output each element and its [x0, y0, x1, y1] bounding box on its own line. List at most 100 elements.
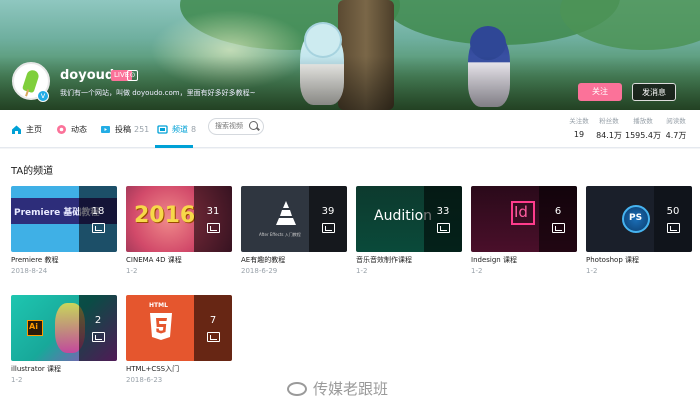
user-signature: 我们有一个网站，叫做 doyoudo.com，里面有好多好多教程~ — [60, 89, 256, 97]
channel-date: 2018-6-23 — [126, 376, 163, 384]
dynamic-icon — [56, 124, 67, 135]
channel-thumbnail[interactable]: PS 50 — [586, 186, 692, 252]
video-count: 2 — [94, 315, 102, 326]
stat-label: 阅读数 — [666, 117, 686, 125]
channel-card-illustrator[interactable]: Ai 2 illustrator 课程 1-2 — [11, 295, 117, 384]
stat-value: 84.1万 — [596, 131, 622, 140]
playlist-icon — [207, 223, 220, 233]
thumb-overlay — [79, 186, 117, 252]
channel-thumbnail[interactable]: After Effects 入门教程 39 — [241, 186, 347, 252]
playlist-icon — [322, 223, 335, 233]
channel-thumbnail[interactable]: Premiere 基础教程 18 — [11, 186, 117, 252]
stat-reads: 阅读数 4.7万 — [660, 115, 692, 141]
playlist-icon — [207, 332, 220, 342]
channel-thumbnail[interactable]: HTML 7 — [126, 295, 232, 361]
active-tab-indicator — [155, 145, 193, 148]
video-count: 50 — [666, 206, 680, 217]
popsicle-icon — [21, 68, 41, 94]
channel-title[interactable]: HTML+CSS入门 — [126, 364, 179, 374]
stat-followers[interactable]: 粉丝数 84.1万 — [593, 115, 625, 141]
level-badge: ⊙ — [127, 70, 138, 81]
thumb-overlay — [194, 295, 232, 361]
thumb-overlay — [539, 186, 577, 252]
channel-date: 1-2 — [126, 267, 138, 275]
channel-date: 2018-6-29 — [241, 267, 278, 275]
stat-value: 19 — [573, 130, 585, 139]
video-count: 31 — [206, 206, 220, 217]
stat-value: 4.7万 — [665, 131, 687, 140]
tab-dynamic[interactable]: 动态 — [56, 121, 87, 137]
tab-label: 主页 — [26, 124, 42, 134]
channel-title[interactable]: AE有趣的教程 — [241, 255, 285, 265]
thumb-text: Ai — [29, 322, 38, 331]
stat-label: 播放数 — [633, 117, 653, 125]
thumb-text: HTML — [149, 302, 168, 309]
channel-date: 2018-8-24 — [11, 267, 48, 275]
channel-card-ae[interactable]: After Effects 入门教程 39 AE有趣的教程 2018-6-29 — [241, 186, 347, 275]
thumb-overlay — [194, 186, 232, 252]
watermark-text: 传媒老跟班 — [313, 380, 389, 398]
thumb-text: PS — [629, 213, 643, 223]
channel-title[interactable]: Photoshop 课程 — [586, 255, 639, 265]
channel-card-indesign[interactable]: Id 6 Indesign 课程 1-2 — [471, 186, 577, 275]
channel-date: 1-2 — [471, 267, 483, 275]
tab-channels[interactable]: 频道 8 — [157, 121, 196, 137]
banner-decoration — [560, 0, 700, 50]
channel-card-c4d[interactable]: 2016 31 CINEMA 4D 课程 1-2 — [126, 186, 232, 275]
channel-title[interactable]: Premiere 教程 — [11, 255, 58, 265]
banner-character — [304, 22, 342, 58]
channel-card-html[interactable]: HTML 7 HTML+CSS入门 2018-6-23 — [126, 295, 232, 384]
tab-uploads[interactable]: 投稿 251 — [100, 121, 149, 137]
video-count: 33 — [436, 206, 450, 217]
weibo-icon — [287, 381, 307, 396]
stat-label: 粉丝数 — [599, 117, 619, 125]
follow-button[interactable]: 关注 — [578, 83, 622, 101]
channel-thumbnail[interactable]: 2016 31 — [126, 186, 232, 252]
thumb-text: 2016 — [134, 203, 196, 228]
video-icon — [100, 124, 111, 135]
channel-title[interactable]: CINEMA 4D 课程 — [126, 255, 182, 265]
video-count: 39 — [321, 206, 335, 217]
channel-date: 1-2 — [356, 267, 368, 275]
playlist-icon — [667, 223, 680, 233]
channel-icon — [157, 124, 168, 135]
search-icon[interactable] — [249, 121, 258, 130]
tab-count: 251 — [134, 124, 150, 134]
channel-card-audition[interactable]: Audition 33 音乐音效制作课程 1-2 — [356, 186, 462, 275]
stat-value: 1595.4万 — [625, 131, 661, 140]
tab-home[interactable]: 主页 — [11, 121, 42, 137]
stat-plays: 播放数 1595.4万 — [625, 115, 661, 141]
verified-badge: v — [37, 90, 49, 102]
channel-title[interactable]: Indesign 课程 — [471, 255, 517, 265]
html5-logo-icon — [150, 313, 172, 340]
channel-card-premiere[interactable]: Premiere 基础教程 18 Premiere 教程 2018-8-24 — [11, 186, 117, 275]
thumb-text: After Effects 入门教程 — [259, 232, 301, 237]
section-title: TA的频道 — [11, 166, 54, 177]
tab-label: 频道 — [172, 124, 188, 134]
tab-count: 8 — [191, 124, 197, 134]
tab-label: 投稿 — [115, 124, 131, 134]
playlist-icon — [437, 223, 450, 233]
thumb-overlay — [424, 186, 462, 252]
ae-logo-icon — [276, 201, 296, 225]
space-page: v doyoudo LIVE ⊙ 我们有一个网站，叫做 doyoudo.com，… — [0, 0, 700, 405]
tab-label: 动态 — [71, 124, 87, 134]
thumb-overlay — [79, 295, 117, 361]
video-count: 6 — [554, 206, 562, 217]
stat-following[interactable]: 关注数 19 — [563, 115, 595, 139]
channel-card-photoshop[interactable]: PS 50 Photoshop 课程 1-2 — [586, 186, 692, 275]
home-icon — [11, 124, 22, 135]
channel-title[interactable]: 音乐音效制作课程 — [356, 255, 412, 265]
message-button[interactable]: 发消息 — [632, 83, 676, 101]
watermark: 传媒老跟班 — [287, 378, 388, 399]
video-count: 7 — [209, 315, 217, 326]
thumb-overlay — [654, 186, 692, 252]
thumb-text: Id — [514, 203, 528, 221]
channel-thumbnail[interactable]: Id 6 — [471, 186, 577, 252]
banner-character — [470, 26, 506, 60]
channel-thumbnail[interactable]: Audition 33 — [356, 186, 462, 252]
channel-thumbnail[interactable]: Ai 2 — [11, 295, 117, 361]
channel-title[interactable]: illustrator 课程 — [11, 364, 61, 374]
stat-label: 关注数 — [569, 117, 589, 125]
video-count: 18 — [91, 206, 105, 217]
